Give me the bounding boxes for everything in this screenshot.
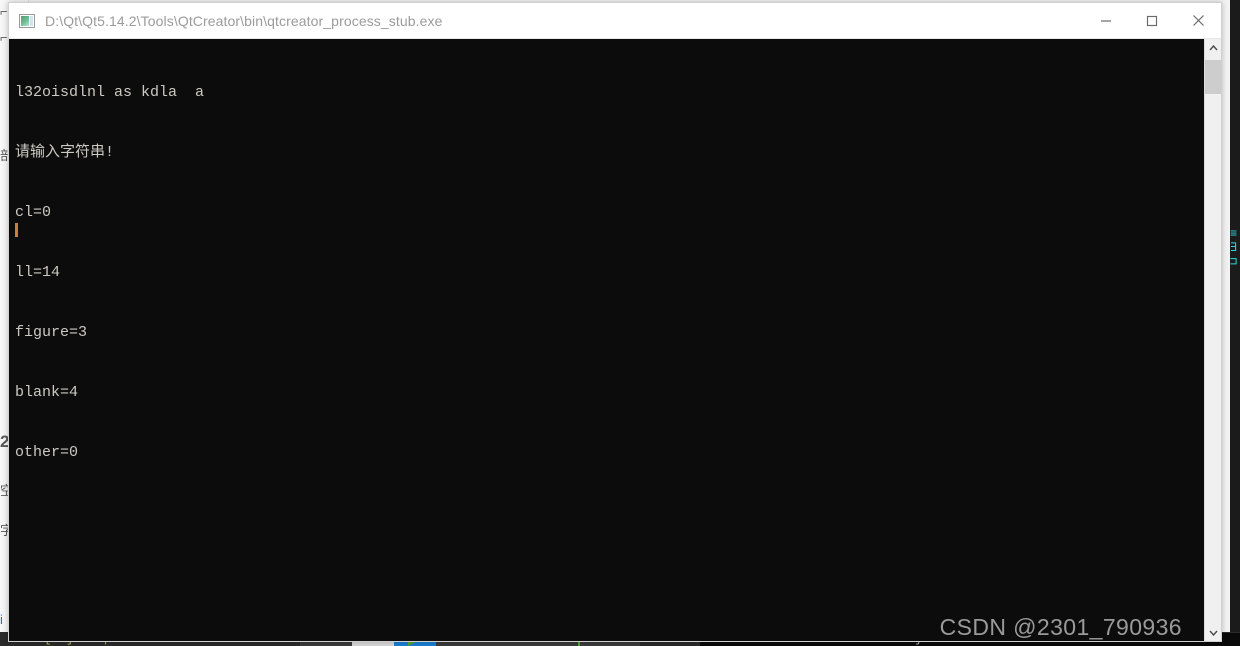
close-button[interactable] <box>1175 3 1221 38</box>
console-line: 请输入字符串! <box>15 144 115 161</box>
console-line: other=0 <box>15 444 79 461</box>
vertical-scrollbar[interactable] <box>1204 39 1221 641</box>
maximize-icon <box>1146 15 1158 26</box>
scroll-up-button[interactable] <box>1205 39 1221 56</box>
scrollbar-track[interactable] <box>1205 56 1221 624</box>
chevron-down-icon <box>1208 630 1218 636</box>
console-window-icon <box>19 13 35 28</box>
chevron-up-icon <box>1208 44 1218 50</box>
ide-right-panel-strip <box>1230 0 1240 646</box>
ide-right-glyph: ⊐ <box>1230 256 1238 269</box>
console-line: figure=3 <box>15 324 88 341</box>
console-body: l32oisdlnl as kdla a 请输入字符串! cl=0 ll=14 … <box>9 39 1221 641</box>
ide-right-glyph: ∃ <box>1230 242 1238 255</box>
ide-right-glyph: ≡ <box>1230 228 1238 241</box>
window-title: D:\Qt\Qt5.14.2\Tools\QtCreator\bin\qtcre… <box>45 12 443 29</box>
title-bar[interactable]: D:\Qt\Qt5.14.2\Tools\QtCreator\bin\qtcre… <box>9 3 1221 39</box>
scroll-thumb[interactable] <box>1205 60 1221 94</box>
console-line: blank=4 <box>15 384 79 401</box>
console-line: cl=0 <box>15 204 52 221</box>
minimize-button[interactable] <box>1083 3 1129 38</box>
watermark-text: CSDN @2301_790936 <box>939 614 1182 640</box>
text-cursor <box>15 223 18 237</box>
console-line: l32oisdlnl as kdla a <box>15 84 205 101</box>
minimize-icon <box>1101 19 1111 22</box>
console-output[interactable]: l32oisdlnl as kdla a 请输入字符串! cl=0 ll=14 … <box>9 39 1204 641</box>
close-icon <box>1192 15 1204 26</box>
scroll-down-button[interactable] <box>1205 624 1221 641</box>
console-window: D:\Qt\Qt5.14.2\Tools\QtCreator\bin\qtcre… <box>8 2 1222 642</box>
maximize-button[interactable] <box>1129 3 1175 38</box>
console-line: ll=14 <box>15 264 61 281</box>
